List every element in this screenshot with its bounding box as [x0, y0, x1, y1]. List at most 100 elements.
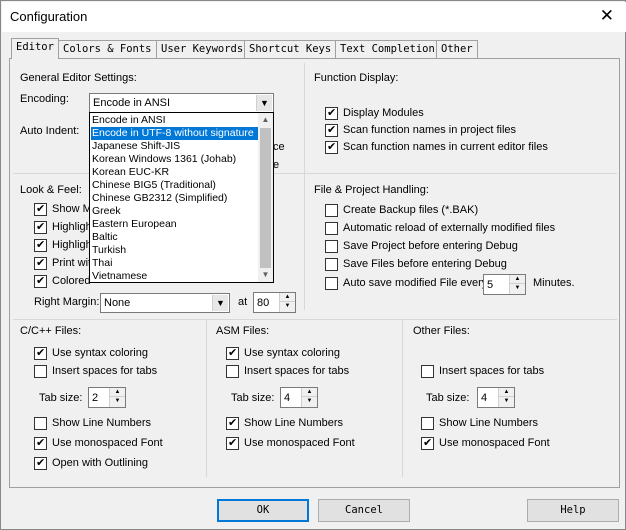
cpp-line-numbers-checkbox[interactable]: [34, 417, 47, 430]
check-icon: ✔: [36, 456, 46, 469]
help-button[interactable]: Help: [527, 499, 619, 522]
check-icon: ✔: [36, 436, 46, 449]
encoding-label: Encoding:: [20, 93, 69, 105]
auto-reload-checkbox[interactable]: [325, 222, 338, 235]
right-margin-value: None: [104, 297, 131, 309]
encoding-option[interactable]: Greek: [91, 205, 258, 218]
scan-editor-label: Scan function names in current editor fi…: [343, 141, 548, 153]
cpp-tab-size-spinner[interactable]: 2 ▲ ▼: [88, 387, 126, 408]
cpp-monospaced-checkbox[interactable]: ✔: [34, 436, 47, 450]
look-feel-checkbox[interactable]: ✔: [34, 238, 47, 252]
encoding-option[interactable]: Korean Windows 1361 (Johab): [91, 153, 258, 166]
look-feel-checkbox[interactable]: ✔: [34, 256, 47, 270]
save-files-debug-checkbox[interactable]: [325, 258, 338, 271]
tab-colors-fonts[interactable]: Colors & Fonts: [58, 40, 157, 58]
spinner-buttons[interactable]: ▲ ▼: [279, 293, 295, 312]
other-spaces-checkbox[interactable]: [421, 365, 434, 378]
spin-up-icon[interactable]: ▲: [510, 275, 525, 284]
spin-down-icon[interactable]: ▼: [302, 397, 317, 406]
encoding-option[interactable]: Chinese BIG5 (Traditional): [91, 179, 258, 192]
encoding-option[interactable]: Japanese Shift-JIS: [91, 140, 258, 153]
spin-down-icon[interactable]: ▼: [499, 397, 514, 406]
dropdown-scrollbar[interactable]: ▲ ▼: [258, 113, 273, 282]
scroll-up-icon[interactable]: ▲: [258, 113, 273, 127]
tab-editor[interactable]: Editor: [11, 38, 59, 59]
chevron-down-icon[interactable]: ▼: [256, 95, 272, 111]
encoding-select[interactable]: Encode in ANSI ▼: [89, 93, 274, 113]
encoding-option[interactable]: Turkish: [91, 244, 258, 257]
asm-line-numbers-checkbox[interactable]: ✔: [226, 416, 239, 430]
create-backup-checkbox[interactable]: [325, 204, 338, 217]
hidden-option-fragment: ce: [273, 141, 285, 153]
save-project-debug-checkbox[interactable]: [325, 240, 338, 253]
cpp-tab-size-value: 2: [92, 392, 99, 404]
cpp-outlining-checkbox[interactable]: ✔: [34, 456, 47, 470]
display-modules-checkbox[interactable]: ✔: [325, 106, 338, 120]
right-margin-column-value: 80: [257, 297, 270, 309]
asm-tab-size-spinner[interactable]: 4 ▲ ▼: [280, 387, 318, 408]
spin-down-icon[interactable]: ▼: [110, 397, 125, 406]
other-monospaced-checkbox[interactable]: ✔: [421, 436, 434, 450]
encoding-option[interactable]: Vietnamese: [91, 270, 258, 282]
cpp-files-heading: C/C++ Files:: [20, 325, 82, 337]
asm-syntax-label: Use syntax coloring: [244, 347, 340, 359]
look-feel-checkbox[interactable]: ✔: [34, 202, 47, 216]
spinner-buttons[interactable]: ▲ ▼: [498, 388, 514, 407]
tab-shortcut-keys[interactable]: Shortcut Keys: [244, 40, 337, 58]
encoding-option[interactable]: Thai: [91, 257, 258, 270]
scroll-down-icon[interactable]: ▼: [258, 268, 273, 282]
cpp-spaces-label: Insert spaces for tabs: [52, 365, 158, 377]
tab-other[interactable]: Other: [436, 40, 478, 58]
check-icon: ✔: [36, 202, 46, 215]
save-files-debug-label: Save Files before entering Debug: [343, 258, 507, 270]
divider: [304, 63, 305, 310]
auto-reload-label: Automatic reload of externally modified …: [343, 222, 556, 234]
spin-down-icon[interactable]: ▼: [510, 284, 525, 293]
close-icon[interactable]: ✕: [600, 6, 614, 26]
right-margin-select[interactable]: None ▼: [100, 293, 230, 313]
spin-up-icon[interactable]: ▲: [280, 293, 295, 302]
other-tab-size-label: Tab size:: [426, 392, 470, 404]
scrollbar-thumb[interactable]: [260, 128, 271, 268]
encoding-option[interactable]: Chinese GB2312 (Simplified): [91, 192, 258, 205]
asm-spaces-checkbox[interactable]: [226, 365, 239, 378]
right-margin-column-spinner[interactable]: 80 ▲ ▼: [253, 292, 296, 313]
encoding-option[interactable]: Baltic: [91, 231, 258, 244]
spin-up-icon[interactable]: ▲: [499, 388, 514, 397]
spin-up-icon[interactable]: ▲: [110, 388, 125, 397]
other-spaces-label: Insert spaces for tabs: [439, 365, 545, 377]
other-line-numbers-checkbox[interactable]: [421, 417, 434, 430]
other-files-heading: Other Files:: [413, 325, 470, 337]
cpp-syntax-checkbox[interactable]: ✔: [34, 346, 47, 360]
spinner-buttons[interactable]: ▲ ▼: [301, 388, 317, 407]
scan-editor-checkbox[interactable]: ✔: [325, 140, 338, 154]
look-feel-label: Highligh: [52, 239, 92, 251]
other-tab-size-spinner[interactable]: 4 ▲ ▼: [477, 387, 515, 408]
other-tab-size-value: 4: [481, 392, 488, 404]
asm-line-numbers-label: Show Line Numbers: [244, 417, 344, 429]
spinner-buttons[interactable]: ▲ ▼: [109, 388, 125, 407]
autosave-checkbox[interactable]: [325, 277, 338, 290]
asm-monospaced-checkbox[interactable]: ✔: [226, 436, 239, 450]
asm-syntax-checkbox[interactable]: ✔: [226, 346, 239, 360]
cpp-spaces-checkbox[interactable]: [34, 365, 47, 378]
tab-text-completion[interactable]: Text Completion: [335, 40, 440, 58]
encoding-option-selected[interactable]: Encode in UTF-8 without signature: [90, 126, 259, 141]
encoding-option[interactable]: Encode in ANSI: [91, 114, 258, 127]
look-feel-checkbox[interactable]: ✔: [34, 220, 47, 234]
autosave-interval-spinner[interactable]: 5 ▲ ▼: [483, 274, 526, 295]
look-feel-label: Highligh: [52, 221, 92, 233]
cancel-button[interactable]: Cancel: [318, 499, 410, 522]
encoding-dropdown-list[interactable]: Encode in ANSI Encode in UTF-8 without s…: [89, 112, 274, 283]
ok-button[interactable]: OK: [217, 499, 309, 522]
chevron-down-icon[interactable]: ▼: [212, 295, 228, 311]
encoding-option[interactable]: Eastern European: [91, 218, 258, 231]
spin-down-icon[interactable]: ▼: [280, 302, 295, 311]
spinner-buttons[interactable]: ▲ ▼: [509, 275, 525, 294]
general-settings-heading: General Editor Settings:: [20, 72, 137, 84]
spin-up-icon[interactable]: ▲: [302, 388, 317, 397]
scan-project-checkbox[interactable]: ✔: [325, 123, 338, 137]
look-feel-checkbox[interactable]: ✔: [34, 274, 47, 288]
tab-user-keywords[interactable]: User Keywords: [156, 40, 249, 58]
encoding-option[interactable]: Korean EUC-KR: [91, 166, 258, 179]
